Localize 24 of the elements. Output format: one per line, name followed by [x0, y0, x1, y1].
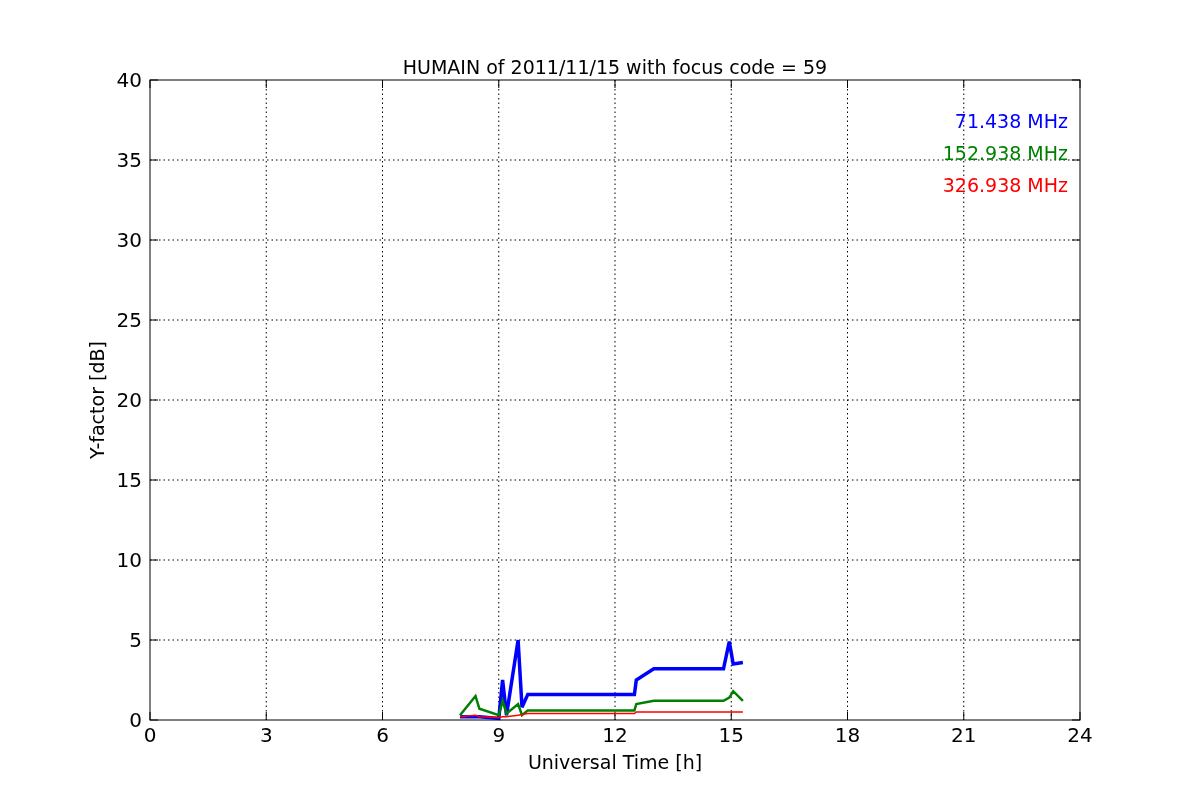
- y-tick-label: 35: [116, 148, 142, 172]
- y-tick-label: 0: [129, 708, 142, 732]
- y-axis-label: Y-factor [dB]: [86, 341, 108, 459]
- legend-label: 71.438 MHz: [954, 110, 1068, 132]
- x-tick-label: 15: [718, 723, 744, 747]
- x-tick-label: 3: [259, 723, 273, 747]
- x-tick-label: 18: [834, 723, 861, 747]
- x-tick-label: 21: [951, 723, 977, 747]
- y-tick-label: 25: [116, 308, 142, 332]
- y-tick-label: 20: [116, 388, 142, 412]
- x-tick-label: 24: [1067, 723, 1093, 747]
- y-tick-label: 40: [116, 68, 142, 92]
- y-tick-label: 10: [116, 548, 142, 572]
- x-tick-label: 0: [143, 723, 157, 747]
- y-tick-label: 5: [129, 628, 142, 652]
- legend-label: 152.938 MHz: [942, 142, 1068, 164]
- chart-title: HUMAIN of 2011/11/15 with focus code = 59: [402, 56, 828, 78]
- y-tick-label: 30: [116, 228, 142, 252]
- legend-label: 326.938 MHz: [942, 174, 1068, 196]
- x-tick-label: 6: [376, 723, 389, 747]
- x-tick-label: 9: [492, 723, 506, 747]
- x-tick-label: 12: [602, 723, 628, 747]
- x-axis-label: Universal Time [h]: [527, 751, 703, 773]
- y-tick-label: 15: [116, 468, 142, 492]
